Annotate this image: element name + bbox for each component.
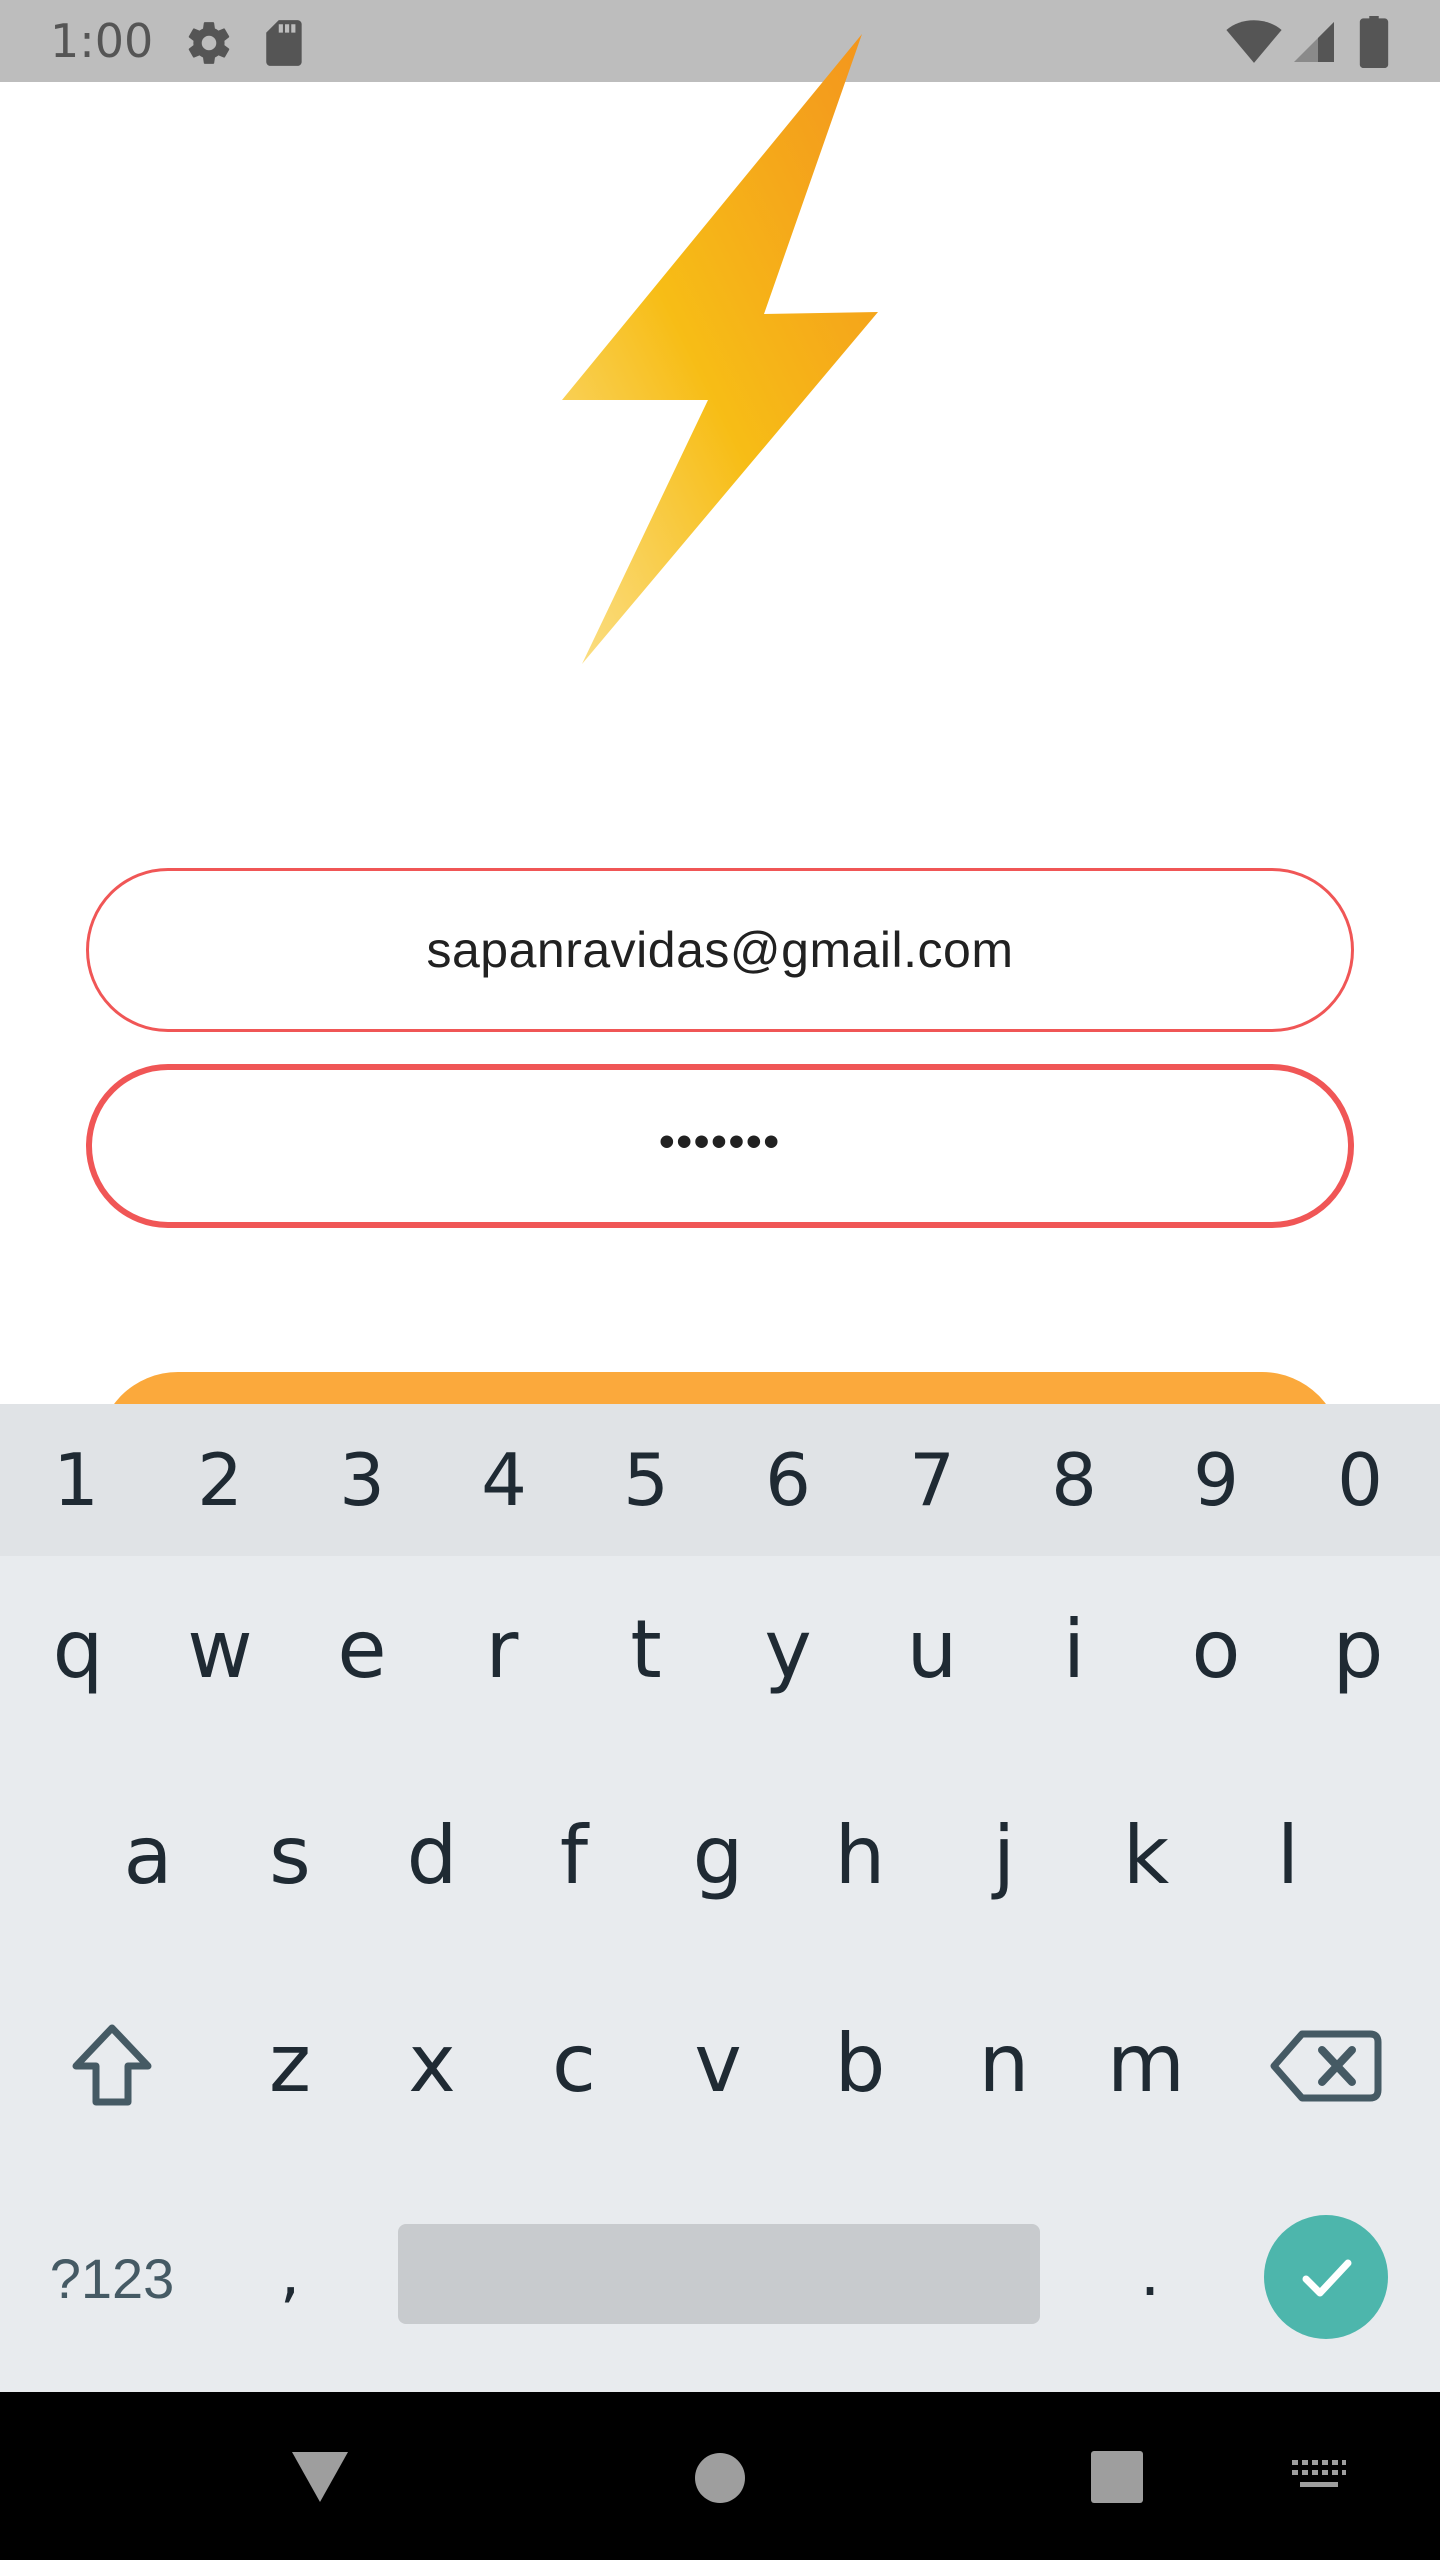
symbols-key[interactable]: ?123: [22, 2204, 202, 2354]
number-row: 1 2 3 4 5 6 7 8 9 0: [0, 1404, 1440, 1556]
navigation-bar: [0, 2392, 1440, 2560]
key-d[interactable]: d: [362, 1796, 502, 1916]
key-l[interactable]: l: [1218, 1796, 1358, 1916]
gear-icon: [188, 22, 230, 64]
key-o[interactable]: o: [1146, 1590, 1286, 1710]
key-4[interactable]: 4: [434, 1404, 574, 1556]
key-3[interactable]: 3: [292, 1404, 432, 1556]
keyboard-switch-icon[interactable]: [1290, 2456, 1348, 2496]
key-v[interactable]: v: [648, 2004, 788, 2124]
recents-icon[interactable]: [1090, 2450, 1144, 2504]
backspace-icon[interactable]: [1266, 2016, 1386, 2116]
key-g[interactable]: g: [648, 1796, 788, 1916]
key-9[interactable]: 9: [1146, 1404, 1286, 1556]
screen: 1:00 sapanravidas@gmail.com ••••••• 1 2 …: [0, 0, 1440, 2560]
key-k[interactable]: k: [1076, 1796, 1216, 1916]
key-n[interactable]: n: [934, 2004, 1074, 2124]
key-0[interactable]: 0: [1290, 1404, 1430, 1556]
key-x[interactable]: x: [362, 2004, 502, 2124]
key-h[interactable]: h: [790, 1796, 930, 1916]
email-value: sapanravidas@gmail.com: [426, 922, 1014, 978]
key-q[interactable]: q: [8, 1590, 148, 1710]
key-t[interactable]: t: [576, 1590, 716, 1710]
sd-card-icon: [266, 20, 302, 66]
wifi-icon: [1226, 20, 1282, 63]
shift-icon[interactable]: [52, 2016, 172, 2116]
key-m[interactable]: m: [1076, 2004, 1216, 2124]
key-j[interactable]: j: [934, 1796, 1074, 1916]
key-2[interactable]: 2: [150, 1404, 290, 1556]
period-key[interactable]: .: [1090, 2204, 1210, 2354]
enter-key[interactable]: [1264, 2215, 1388, 2339]
key-p[interactable]: p: [1288, 1590, 1428, 1710]
home-icon[interactable]: [694, 2452, 746, 2504]
back-icon[interactable]: [288, 2446, 352, 2506]
soft-keyboard: 1 2 3 4 5 6 7 8 9 0 q w e r t y u i o p …: [0, 1404, 1440, 2392]
key-z[interactable]: z: [220, 2004, 360, 2124]
email-field[interactable]: sapanravidas@gmail.com: [86, 868, 1354, 1032]
comma-key[interactable]: ,: [230, 2204, 350, 2354]
key-u[interactable]: u: [862, 1590, 1002, 1710]
key-c[interactable]: c: [504, 2004, 644, 2124]
password-value: •••••••: [659, 1117, 781, 1166]
key-r[interactable]: r: [432, 1590, 572, 1710]
key-b[interactable]: b: [790, 2004, 930, 2124]
key-5[interactable]: 5: [576, 1404, 716, 1556]
key-w[interactable]: w: [150, 1590, 290, 1710]
key-6[interactable]: 6: [718, 1404, 858, 1556]
password-field[interactable]: •••••••: [86, 1064, 1354, 1228]
status-time: 1:00: [50, 14, 154, 68]
key-y[interactable]: y: [718, 1590, 858, 1710]
signal-icon: [1294, 22, 1334, 62]
battery-icon: [1359, 16, 1389, 68]
key-1[interactable]: 1: [6, 1404, 146, 1556]
key-a[interactable]: a: [78, 1796, 218, 1916]
key-8[interactable]: 8: [1004, 1404, 1144, 1556]
key-f[interactable]: f: [504, 1796, 644, 1916]
check-icon: [1302, 2259, 1352, 2297]
key-i[interactable]: i: [1004, 1590, 1144, 1710]
lightning-bolt-icon: [562, 34, 878, 664]
space-bar[interactable]: [398, 2224, 1040, 2324]
key-s[interactable]: s: [220, 1796, 360, 1916]
key-e[interactable]: e: [292, 1590, 432, 1710]
key-7[interactable]: 7: [862, 1404, 1002, 1556]
